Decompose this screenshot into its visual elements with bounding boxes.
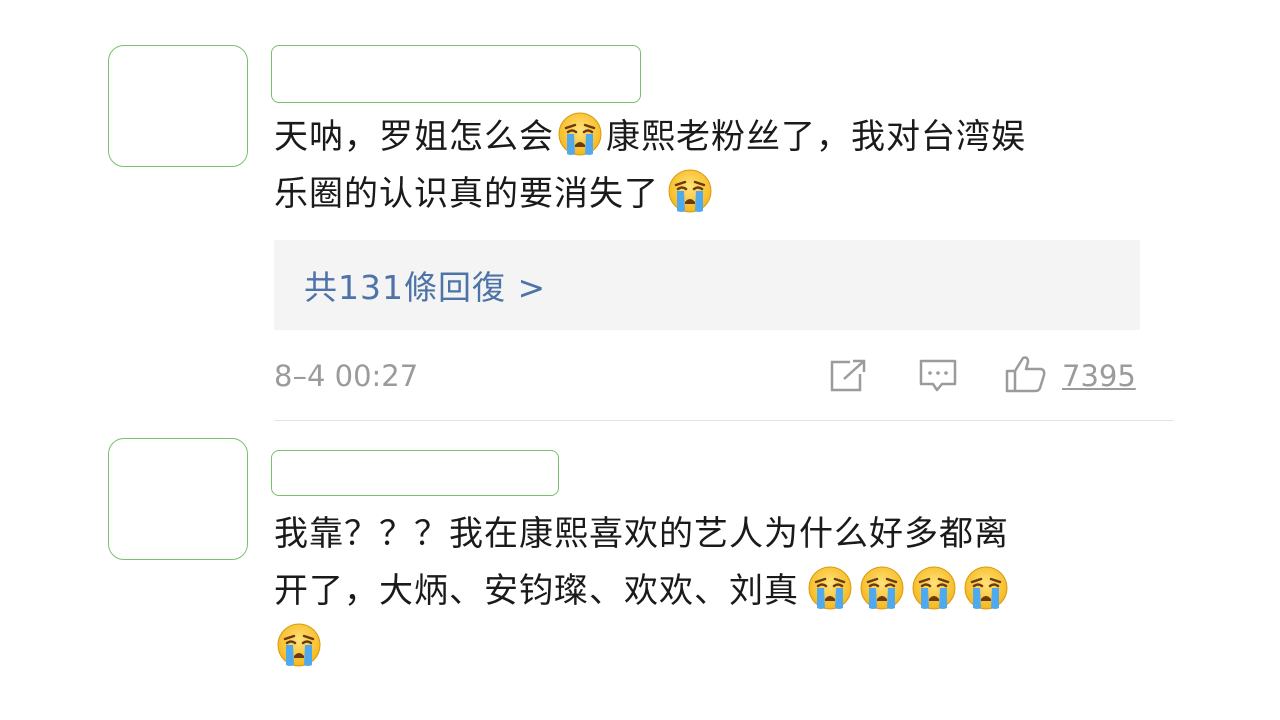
crying-face-icon (807, 565, 853, 611)
comment-text-part: 天呐，罗姐怎么会 (274, 117, 554, 157)
thumbs-up-icon[interactable] (1004, 354, 1048, 394)
crying-face-icon (911, 565, 957, 611)
avatar[interactable] (108, 438, 248, 560)
share-icon[interactable] (828, 358, 868, 394)
crying-face-icon (859, 565, 905, 611)
timestamp: 8–4 00:27 (274, 359, 419, 393)
username-placeholder[interactable] (271, 450, 559, 496)
crying-face-icon (276, 622, 322, 668)
comment-text: 我靠？？？我在康熙喜欢的艺人为什么好多都离 开了，大炳、安钧璨、欢欢、刘真 (274, 506, 1154, 677)
comment-text-part: 我靠？？？我在康熙喜欢的艺人为什么好多都离 (274, 514, 1009, 554)
comment-text-part: 乐圈的认识真的要消失了 (274, 174, 659, 214)
crying-face-icon (557, 111, 603, 157)
crying-face-icon (963, 565, 1009, 611)
comment-text: 天呐，罗姐怎么会 康熙老粉丝了，我对台湾娱 乐圈的认识真的要消失了 (274, 109, 1154, 223)
crying-face-icon (667, 168, 713, 214)
username-placeholder[interactable] (271, 45, 641, 103)
comment-text-part: 开了，大炳、安钧璨、欢欢、刘真 (274, 571, 799, 611)
avatar[interactable] (108, 45, 248, 167)
replies-box[interactable]: 共131條回復 > (274, 240, 1140, 330)
replies-link[interactable]: 共131條回復 > (304, 261, 546, 309)
divider (274, 420, 1174, 421)
comment-icon[interactable] (918, 358, 958, 394)
comment-text-part: 康熙老粉丝了，我对台湾娱 (606, 117, 1026, 157)
like-count[interactable]: 7395 (1062, 356, 1136, 396)
